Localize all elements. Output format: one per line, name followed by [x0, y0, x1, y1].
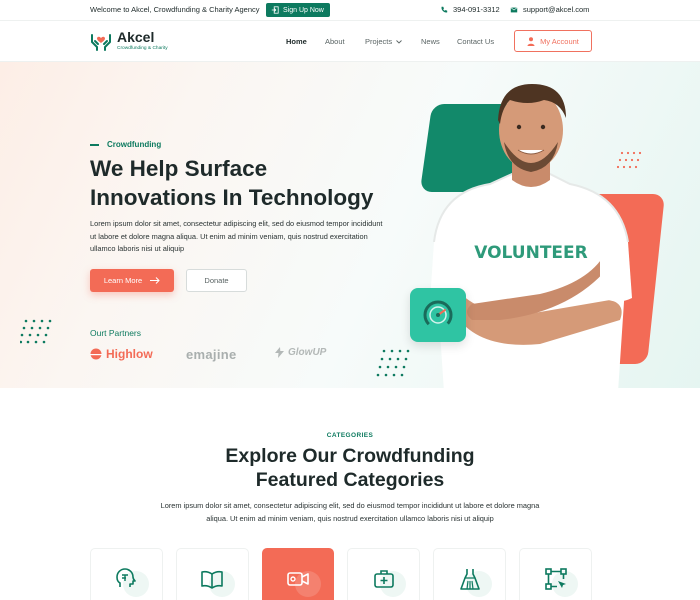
phone-number: 394-091-3312	[453, 5, 500, 14]
brand-name: Akcel	[117, 28, 155, 45]
category-card-medical[interactable]	[347, 548, 421, 600]
categories-title-line2: Featured Categories	[255, 469, 445, 491]
nav-contact[interactable]: Contact Us	[457, 37, 494, 46]
partner-highlow-label: Highlow	[106, 347, 153, 361]
lightning-icon	[275, 347, 284, 358]
welcome-text: Welcome to Akcel, Crowdfunding & Charity…	[90, 5, 260, 14]
donate-button[interactable]: Donate	[186, 269, 247, 292]
arrow-right-icon	[150, 277, 160, 284]
nav-about[interactable]: About	[325, 37, 345, 46]
hero-title-line2: Innovations In Technology	[90, 185, 374, 210]
email-address: support@akcel.com	[523, 5, 590, 14]
shirt-volunteer-text: VOLUNTEER	[474, 243, 587, 263]
hero-title: We Help Surface Innovations In Technolog…	[90, 154, 410, 212]
video-camera-icon	[287, 572, 309, 586]
category-card-education[interactable]	[175, 548, 249, 600]
speedometer-icon	[423, 300, 453, 330]
partner-logo-glowup[interactable]: GlowUP	[275, 347, 326, 358]
my-account-label: My Account	[540, 36, 579, 46]
category-card-design[interactable]	[519, 548, 592, 600]
dot-pattern-bottom	[376, 349, 410, 377]
dot-pattern-left	[20, 319, 52, 344]
top-bar: Welcome to Akcel, Crowdfunding & Charity…	[0, 0, 700, 20]
nav-projects-label: Projects	[365, 37, 393, 46]
category-card-video[interactable]	[261, 548, 335, 600]
phone-contact[interactable]: 394-091-3312	[440, 5, 500, 14]
category-cards	[90, 548, 592, 600]
brand-logo[interactable]: Akcel Crowdfunding & Charity	[90, 29, 168, 51]
user-icon	[527, 36, 535, 46]
hands-heart-logo-icon	[91, 34, 111, 51]
categories-title-line1: Explore Our Crowdfunding	[225, 445, 475, 467]
hero-title-line1: We Help Surface	[90, 156, 268, 181]
my-account-button[interactable]: My Account	[514, 30, 592, 52]
brand-tagline: Crowdfunding & Charity	[117, 45, 168, 51]
hero-section: Crowdfunding We Help Surface Innovations…	[0, 62, 700, 388]
categories-title: Explore Our Crowdfunding Featured Catego…	[0, 444, 700, 492]
partner-glowup-label: GlowUP	[288, 347, 327, 358]
chevron-down-icon	[396, 39, 402, 44]
phone-icon	[441, 6, 448, 13]
partners-label: Ourt Partners	[90, 328, 142, 338]
learn-more-button[interactable]: Learn More	[90, 269, 174, 292]
medical-kit-icon	[374, 570, 394, 588]
category-card-fashion[interactable]	[433, 548, 507, 600]
book-icon	[201, 570, 224, 589]
partner-emajine-label: emajine	[186, 347, 237, 362]
category-card-brain[interactable]	[90, 548, 163, 600]
mail-icon	[510, 6, 518, 12]
hero-kicker-label: Crowdfunding	[107, 140, 162, 149]
vector-design-icon	[544, 568, 567, 590]
login-icon	[271, 6, 279, 14]
nav-home[interactable]: Home	[286, 37, 307, 46]
email-contact[interactable]: support@akcel.com	[510, 5, 589, 14]
nav-news[interactable]: News	[421, 37, 440, 46]
learn-more-label: Learn More	[103, 276, 143, 285]
main-header: Akcel Crowdfunding & Charity Home About …	[0, 20, 700, 62]
brain-head-icon	[116, 568, 137, 587]
categories-description: Lorem ipsum dolor sit amet, consectetur …	[160, 501, 540, 523]
speedometer-badge	[410, 288, 466, 342]
dress-icon	[459, 569, 480, 590]
sign-up-button[interactable]: Sign Up Now	[266, 3, 330, 17]
partner-logo-highlow[interactable]: Highlow	[90, 347, 153, 361]
partner-logo-emajine[interactable]: emajine	[186, 347, 237, 362]
kicker-dash	[90, 143, 99, 146]
categories-kicker: CATEGORIES	[326, 432, 374, 439]
half-circle-icon	[90, 348, 102, 360]
sign-up-label: Sign Up Now	[283, 6, 324, 14]
hero-description: Lorem ipsum dolor sit amet, consectetur …	[90, 219, 383, 253]
nav-projects[interactable]: Projects	[365, 37, 402, 46]
hero-kicker: Crowdfunding	[90, 140, 161, 149]
